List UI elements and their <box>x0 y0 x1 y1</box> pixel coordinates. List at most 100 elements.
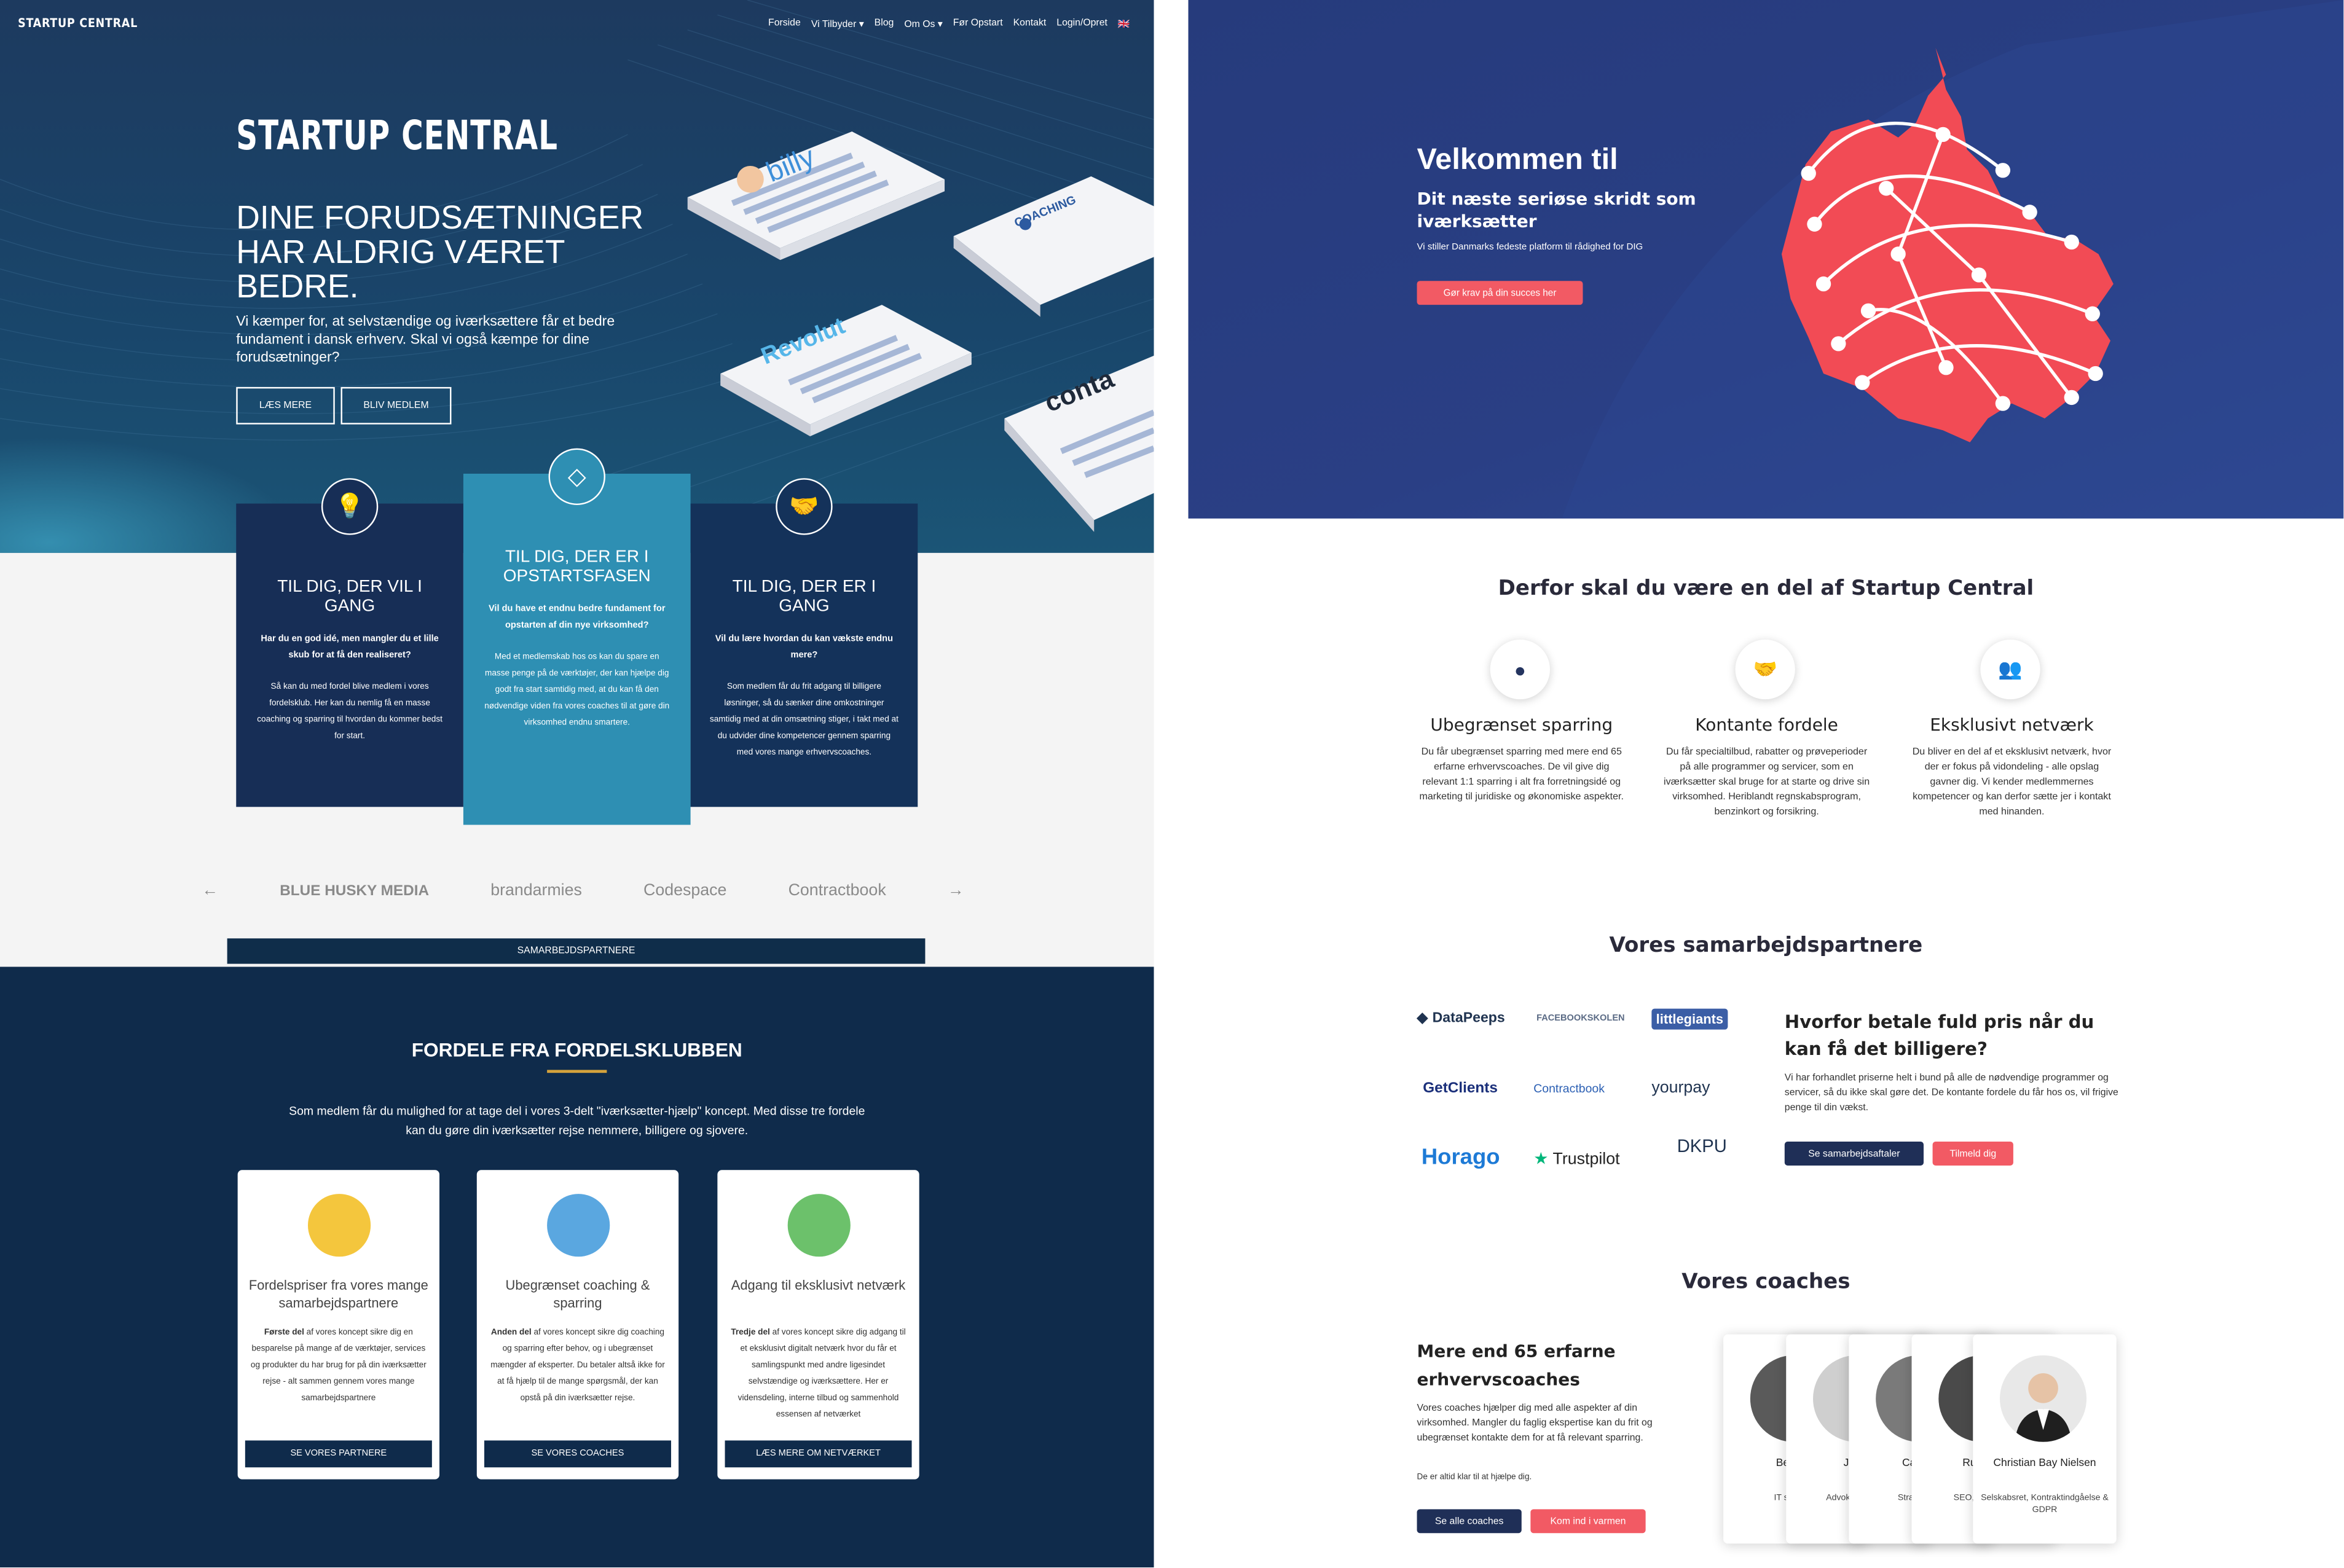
audience-card-start: 💡 TIL DIG, DER VIL I GANG Har du en god … <box>236 478 463 807</box>
partner-logo-horago: Horago <box>1421 1144 1500 1170</box>
handshake-icon: 🤝 <box>1735 639 1795 700</box>
partners-title: Vores samarbejdspartnere <box>1609 934 1923 958</box>
nav-item-login[interactable]: Login/Opret <box>1056 18 1107 29</box>
billy-card: billy <box>687 131 945 261</box>
audience-question: Vil du have et endnu bedre fundament for… <box>488 605 666 631</box>
audience-question: Har du en god idé, men mangler du et lil… <box>261 635 439 661</box>
title-underline <box>547 1070 607 1073</box>
carousel-next-arrow-icon[interactable]: → <box>948 882 964 900</box>
hero-background-shapes <box>1562 0 2344 519</box>
feature-text: Du bliver en del af et eksklusivt netvær… <box>1912 747 2112 818</box>
partner-logo-dkpu: DKPU <box>1677 1135 1727 1157</box>
feature-text: Du får specialtilbud, rabatter og prøvep… <box>1664 747 1870 818</box>
see-coaches-button[interactable]: SE VORES COACHES <box>484 1440 671 1468</box>
benefit-text: Tredje del af vores koncept sikre dig ad… <box>731 1328 906 1420</box>
join-button[interactable]: Kom ind i varmen <box>1530 1509 1646 1534</box>
carousel-prev-arrow-icon[interactable]: ← <box>202 882 218 900</box>
star-icon: ★ <box>1533 1150 1549 1169</box>
feature-text: Du får ubegrænset sparring med mere end … <box>1419 747 1624 802</box>
see-partners-button[interactable]: SE VORES PARTNERE <box>245 1440 432 1468</box>
audience-title: TIL DIG, DER ER I GANG <box>732 578 876 616</box>
audience-title: TIL DIG, DER VIL I GANG <box>277 578 422 616</box>
coach-portrait <box>2015 1373 2072 1442</box>
welcome-text: Vi stiller Danmarks fedeste platform til… <box>1417 241 1643 253</box>
audience-body: Så kan du med fordel blive medlem i vore… <box>257 683 442 742</box>
partner-logo-yourpay: yourpay <box>1651 1078 1710 1097</box>
audience-body: Med et medlemskab hos os kan du spare en… <box>484 653 670 728</box>
nav-item-for-opstart[interactable]: Før Opstart <box>953 18 1003 29</box>
coaches-text-2: De er altid klar til at hjælpe dig. <box>1417 1473 1532 1483</box>
screenshot-root: STARTUP CENTRAL Forside Vi Tilbyder ▾ Bl… <box>0 0 2344 1568</box>
partner-logo-codespace: Codespace <box>643 881 727 900</box>
cheaper-title: Hvorfor betale fuld pris når du kan få d… <box>1784 1011 2094 1060</box>
revolut-card: Revolut <box>720 305 972 437</box>
welcome-hero: Velkommen til Dit næste seriøse skridt s… <box>1188 0 2344 519</box>
partner-logo-trustpilot: ★ Trustpilot <box>1533 1150 1620 1169</box>
feature-title: Kontante fordele <box>1695 714 1838 735</box>
benefit-card-coaching: Ubegrænset coaching & sparring Anden del… <box>476 1170 679 1480</box>
network-more-button[interactable]: LÆS MERE OM NETVÆRKET <box>725 1440 912 1468</box>
benefit-title: Ubegrænset coaching & sparring <box>505 1277 650 1311</box>
audience-title: TIL DIG, DER ER I OPSTARTSFASEN <box>503 548 651 586</box>
nav-item-blog[interactable]: Blog <box>875 18 894 29</box>
coaching-avatar-illustration <box>547 1194 610 1257</box>
read-more-button[interactable]: LÆS MERE <box>236 386 335 425</box>
why-title: Derfor skal du være en del af Startup Ce… <box>1498 576 2034 601</box>
right-page: Velkommen til Dit næste seriøse skridt s… <box>1188 0 2344 1568</box>
see-agreements-button[interactable]: Se samarbejdsaftaler <box>1784 1142 1924 1166</box>
partner-logo-contractbook: Contractbook <box>788 881 886 900</box>
hero-logo: STARTUP CENTRAL <box>236 113 558 160</box>
nav-item-om-os[interactable]: Om Os ▾ <box>904 18 942 30</box>
datapeeps-icon: ◆ <box>1417 1010 1428 1027</box>
coaching-card: COACHING <box>953 176 1154 317</box>
coach-photo <box>2000 1355 2087 1442</box>
person-icon: ● <box>1490 639 1550 700</box>
partners-button[interactable]: SAMARBEJDSPARTNERE <box>227 938 926 964</box>
coach-card[interactable]: Christian Bay Nielsen Selskabsret, Kontr… <box>1973 1334 2117 1544</box>
benefit-title: Fordelspriser fra vores mange samarbejds… <box>248 1277 428 1311</box>
benefits-title: FORDELE FRA FORDELSKLUBBEN <box>411 1038 742 1061</box>
hero-text: Vi kæmper for, at selvstændige og iværks… <box>236 313 615 366</box>
hero-illustration: billy COACHING Revolut conta <box>687 131 1154 532</box>
feature-title: Eksklusivt netværk <box>1930 714 2094 735</box>
partner-logo-contractbook: Contractbook <box>1533 1081 1605 1096</box>
language-flag-icon[interactable]: 🇬🇧 <box>1118 18 1130 30</box>
people-icon: 👥 <box>1980 639 2040 700</box>
coaches-heading: Mere end 65 erfarne erhvervscoaches <box>1417 1340 1616 1390</box>
partner-logo-brandarmies: brandarmies <box>490 881 582 900</box>
denmark-network-map <box>1781 47 2114 442</box>
nav-logo[interactable]: STARTUP CENTRAL <box>18 17 138 30</box>
claim-success-button[interactable]: Gør krav på din succes her <box>1417 281 1583 305</box>
benefit-card-prices: Fordelspriser fra vores mange samarbejds… <box>237 1170 440 1480</box>
see-all-coaches-button[interactable]: Se alle coaches <box>1417 1509 1522 1534</box>
signup-button[interactable]: Tilmeld dig <box>1932 1142 2013 1166</box>
nav-item-forside[interactable]: Forside <box>768 18 801 29</box>
partner-logo-littlegiants: littlegiants <box>1651 1008 1728 1030</box>
partner-logo-datapeeps: ◆ DataPeeps <box>1417 1010 1505 1027</box>
benefits-intro: Som medlem får du mulighed for at tage d… <box>289 1104 865 1137</box>
benefit-text: Første del af vores koncept sikre dig en… <box>250 1328 427 1403</box>
benefit-text: Anden del af vores koncept sikre dig coa… <box>490 1328 665 1403</box>
left-page: STARTUP CENTRAL Forside Vi Tilbyder ▾ Bl… <box>0 0 1154 1568</box>
welcome-subtitle: Dit næste seriøse skridt som iværksætter <box>1417 188 1696 232</box>
coach-name: Christian Bay Nielsen <box>1993 1455 2096 1469</box>
diamond-icon: ◇ <box>548 448 605 506</box>
hero-headline: DINE FORUDSÆTNINGER HAR ALDRIG VÆRET BED… <box>236 198 644 305</box>
conta-card: conta <box>1004 355 1154 532</box>
coaches-text: Vores coaches hjælper dig med alle aspek… <box>1417 1403 1653 1444</box>
become-member-button[interactable]: BLIV MEDLEM <box>340 386 452 425</box>
nav-item-vi-tilbyder[interactable]: Vi Tilbyder ▾ <box>811 18 864 30</box>
audience-body: Som medlem får du frit adgang til billig… <box>709 683 899 758</box>
partner-logo-facebookskolen: FACEBOOKSKOLEN <box>1536 1014 1625 1024</box>
cheaper-text: Vi har forhandlet priserne helt i bund p… <box>1784 1073 2118 1113</box>
audience-card-startup: ◇ TIL DIG, DER ER I OPSTARTSFASEN Vil du… <box>463 448 691 825</box>
lightbulb-icon: 💡 <box>321 478 379 535</box>
group-avatar-illustration <box>307 1194 371 1257</box>
handshake-icon: 🤝 <box>776 478 833 535</box>
audience-card-growing: 🤝 TIL DIG, DER ER I GANG Vil du lære hvo… <box>690 478 918 807</box>
partner-logo-bluehusky: BLUE HUSKY MEDIA <box>280 882 430 899</box>
partner-carousel: ← BLUE HUSKY MEDIA brandarmies Codespace… <box>202 871 964 910</box>
welcome-title: Velkommen til <box>1417 143 1618 176</box>
audience-question: Vil du lære hvordan du kan vækste endnu … <box>715 635 894 661</box>
nav-item-kontakt[interactable]: Kontakt <box>1013 18 1047 29</box>
